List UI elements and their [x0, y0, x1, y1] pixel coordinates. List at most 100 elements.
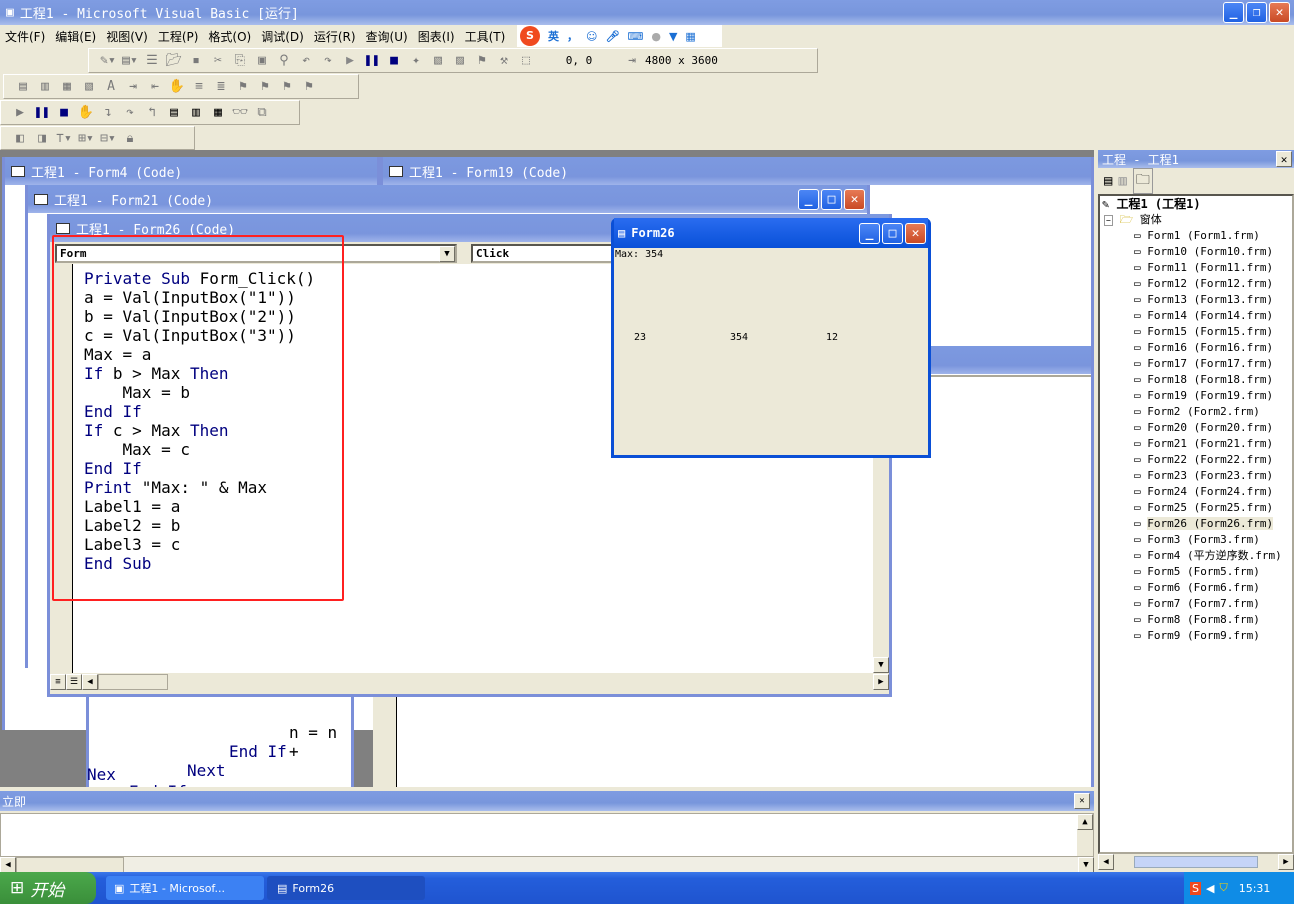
- bring-to-front-icon[interactable]: ◧: [11, 131, 29, 146]
- menu-item[interactable]: 编辑(E): [50, 28, 101, 45]
- chevron-down-icon[interactable]: ▼: [439, 246, 455, 262]
- project-tree-item[interactable]: ▭ Form17 (Form17.frm): [1100, 356, 1292, 372]
- close-icon[interactable]: ✕: [1074, 793, 1090, 809]
- close-icon[interactable]: ✕: [1276, 151, 1292, 167]
- minimize-button[interactable]: _: [1223, 2, 1244, 23]
- next-bookmark-icon[interactable]: ⚑: [256, 79, 274, 94]
- menu-item[interactable]: 文件(F): [0, 28, 50, 45]
- project-tree-item[interactable]: ▭ Form1 (Form1.frm): [1100, 228, 1292, 244]
- toggle-folders-icon[interactable]: 🗀︎: [1132, 168, 1153, 194]
- center-icon[interactable]: ⊞▾: [77, 131, 95, 146]
- close-button[interactable]: ✕: [905, 222, 926, 244]
- quick-info-icon[interactable]: ▦: [58, 79, 76, 94]
- uncomment-icon[interactable]: ≣: [212, 79, 230, 94]
- comment-icon[interactable]: ≡: [190, 79, 208, 94]
- toggle-breakpoint-icon[interactable]: ✋: [77, 105, 95, 120]
- step-over-icon[interactable]: ↷: [121, 105, 139, 120]
- project-tree-item[interactable]: ▭ Form15 (Form15.frm): [1100, 324, 1292, 340]
- toolbox-icon[interactable]: ⚒: [495, 53, 513, 68]
- scroll-left-button[interactable]: ◀: [82, 674, 98, 690]
- project-tree-item[interactable]: ▭ Form14 (Form14.frm): [1100, 308, 1292, 324]
- project-hscrollbar[interactable]: ◀ ▶: [1098, 854, 1294, 870]
- immediate-window-icon[interactable]: ▥: [187, 105, 205, 120]
- menu-item[interactable]: 工具(T): [460, 28, 511, 45]
- make-same-size-icon[interactable]: ⊟▾: [99, 131, 117, 146]
- project-tree-item[interactable]: ▭ Form12 (Form12.frm): [1100, 276, 1292, 292]
- window-title-bar[interactable]: 工程1 - Form19 (Code): [383, 157, 1091, 185]
- project-tree-item[interactable]: ▭ Form25 (Form25.frm): [1100, 500, 1292, 516]
- menu-item[interactable]: 格式(O): [203, 28, 256, 45]
- menu-editor-icon[interactable]: ☰: [143, 53, 161, 68]
- add-project-icon[interactable]: ✎▾: [99, 53, 117, 68]
- scroll-left-button[interactable]: ◀: [1098, 854, 1114, 870]
- taskbar-item-form26[interactable]: ▤ Form26: [267, 876, 425, 900]
- project-tree-item[interactable]: ▭ Form19 (Form19.frm): [1100, 388, 1292, 404]
- scroll-thumb[interactable]: [16, 857, 124, 873]
- keyboard-icon[interactable]: ⌨: [627, 30, 643, 43]
- find-icon[interactable]: ⚲: [275, 53, 293, 68]
- scroll-down-button[interactable]: ▼: [1078, 857, 1094, 873]
- paste-icon[interactable]: ▣: [253, 53, 271, 68]
- quick-watch-icon[interactable]: 👓︎: [231, 105, 249, 120]
- project-tree-item[interactable]: ▭ Form23 (Form23.frm): [1100, 468, 1292, 484]
- step-out-icon[interactable]: ↰: [143, 105, 161, 120]
- menu-item[interactable]: 查询(U): [361, 28, 413, 45]
- call-stack-icon[interactable]: ⧉: [253, 105, 271, 120]
- runtime-form-title-bar[interactable]: ▤ Form26 _ □ ✕: [614, 218, 928, 248]
- vertical-scrollbar[interactable]: ▲: [1077, 814, 1093, 856]
- project-tree-item[interactable]: ▭ Form16 (Form16.frm): [1100, 340, 1292, 356]
- project-tree[interactable]: ✎ 工程1 (工程1) − 🗁︎ 窗体 ▭ Form1 (Form1.frm) ▭…: [1098, 194, 1294, 854]
- end-icon[interactable]: ■: [55, 105, 73, 120]
- security-shield-icon[interactable]: ⛉: [1219, 881, 1227, 895]
- watch-window-icon[interactable]: ▦: [209, 105, 227, 120]
- collapse-icon[interactable]: −: [1104, 215, 1113, 226]
- microphone-icon[interactable]: 🎤︎: [605, 30, 619, 43]
- project-tree-item[interactable]: ▭ Form5 (Form5.frm): [1100, 564, 1292, 580]
- ime-punct-toggle[interactable]: ，: [567, 28, 578, 44]
- menu-item[interactable]: 运行(R): [309, 28, 361, 45]
- copy-icon[interactable]: ⎘: [231, 53, 249, 68]
- outdent-icon[interactable]: ⇤: [146, 79, 164, 94]
- smiley-icon[interactable]: ☺: [586, 30, 597, 43]
- horizontal-scroll-thumb[interactable]: [98, 674, 168, 690]
- save-icon[interactable]: ▪: [187, 53, 205, 68]
- start-icon[interactable]: ▶: [11, 105, 29, 120]
- break-icon[interactable]: ❚❚: [33, 105, 51, 120]
- indent-icon[interactable]: ⇥: [124, 79, 142, 94]
- project-tree-item[interactable]: ▭ Form8 (Form8.frm): [1100, 612, 1292, 628]
- start-button[interactable]: ⊞ 开始: [0, 872, 96, 904]
- step-into-icon[interactable]: ↴: [99, 105, 117, 120]
- skin-icon[interactable]: ▼: [669, 30, 677, 43]
- restore-button[interactable]: ❐: [1246, 2, 1267, 23]
- ime-tray-icon[interactable]: S: [1190, 881, 1201, 895]
- toggle-breakpoint-icon[interactable]: ✋: [168, 79, 186, 94]
- project-tree-item[interactable]: ▭ Form22 (Form22.frm): [1100, 452, 1292, 468]
- project-tree-item[interactable]: ▭ Form10 (Form10.frm): [1100, 244, 1292, 260]
- immediate-input[interactable]: ▲: [0, 813, 1094, 857]
- taskbar-item-vb[interactable]: ▣ 工程1 - Microsof...: [106, 876, 264, 900]
- back-arrow-icon[interactable]: ◀: [1206, 882, 1214, 895]
- prev-bookmark-icon[interactable]: ⚑: [278, 79, 296, 94]
- project-tree-item[interactable]: ▭ Form4 (平方逆序数.frm): [1100, 548, 1292, 564]
- runtime-form-client[interactable]: Max: 354 23 354 12: [614, 248, 928, 455]
- project-tree-item[interactable]: ▭ Form26 (Form26.frm): [1100, 516, 1292, 532]
- runtime-form-window[interactable]: ▤ Form26 _ □ ✕ Max: 354 23 354 12: [611, 218, 931, 458]
- project-tree-item[interactable]: ▭ Form21 (Form21.frm): [1100, 436, 1292, 452]
- user-icon[interactable]: ●: [651, 30, 661, 43]
- window-title-bar[interactable]: 工程1 - Form4 (Code): [5, 157, 377, 185]
- project-tree-item[interactable]: ▭ Form20 (Form20.frm): [1100, 420, 1292, 436]
- bookmark-icon[interactable]: ⚑: [234, 79, 252, 94]
- scroll-right-button[interactable]: ▶: [1278, 854, 1294, 870]
- properties-icon[interactable]: ▧: [429, 53, 447, 68]
- locals-window-icon[interactable]: ▤: [165, 105, 183, 120]
- minimize-button[interactable]: _: [798, 188, 819, 210]
- form-layout-icon[interactable]: ▨: [451, 53, 469, 68]
- ime-lang-toggle[interactable]: 英: [548, 28, 559, 44]
- project-tree-item[interactable]: ▭ Form18 (Form18.frm): [1100, 372, 1292, 388]
- list-properties-icon[interactable]: ▤: [14, 79, 32, 94]
- immediate-hscrollbar[interactable]: ◀ ▼: [0, 857, 1094, 873]
- cut-icon[interactable]: ✂: [209, 53, 227, 68]
- full-module-view-button[interactable]: ☰: [66, 674, 82, 690]
- redo-icon[interactable]: ↷: [319, 53, 337, 68]
- maximize-button[interactable]: □: [821, 188, 842, 210]
